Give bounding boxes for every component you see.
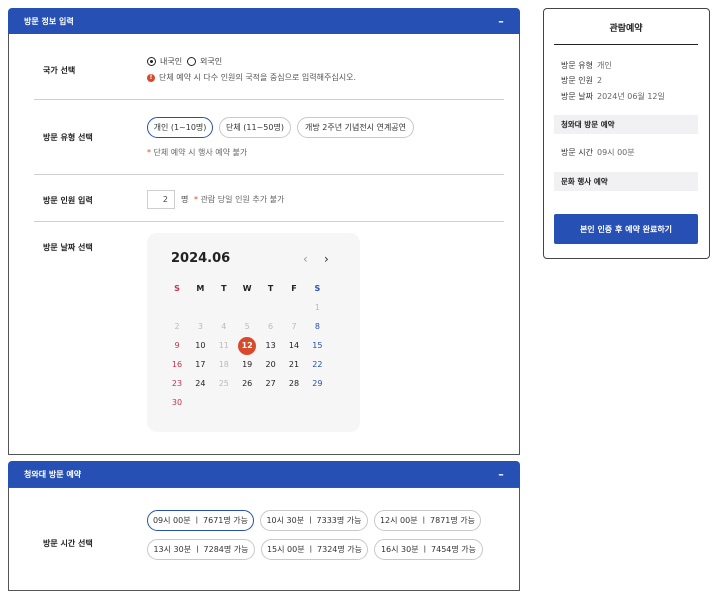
people-unit: 명 (181, 195, 189, 204)
calendar-weekday: M (196, 284, 205, 293)
summary-date: 방문 날짜 2024년 06월 12일 (561, 91, 665, 102)
calendar-day: 6 (268, 322, 274, 331)
type-individual-button[interactable]: 개인 (1~10명) (147, 117, 213, 138)
calendar-day[interactable]: 20 (259, 355, 283, 374)
calendar-day[interactable]: 9 (165, 336, 189, 355)
radio-foreigner-label: 외국인 (200, 57, 223, 66)
summary-culture-band: 문화 행사 예약 (554, 172, 698, 191)
submit-reservation-button[interactable]: 본인 인증 후 예약 완료하기 (554, 214, 698, 244)
calendar-day: 11 (218, 341, 229, 350)
calendar-weekday: T (267, 284, 274, 293)
warning-icon: ! (147, 73, 155, 82)
calendar-weekday: S (174, 284, 180, 293)
summary-type: 방문 유형 개인 (561, 60, 612, 71)
summary-people: 방문 인원 2 (561, 75, 602, 86)
country-label: 국가 선택 (43, 66, 76, 75)
summary-people-value: 2 (596, 76, 603, 85)
calendar-day: 3 (197, 322, 203, 331)
calendar-day: 2 (174, 322, 180, 331)
type-group-button[interactable]: 단체 (11~50명) (219, 117, 291, 138)
type-note: * 단체 예약 시 행사 예약 불가 (147, 148, 248, 157)
time-slot-button[interactable]: 09시 00분 ㅣ 7671명 가능 (147, 510, 254, 531)
calendar-day[interactable]: 30 (165, 393, 189, 412)
reservation-summary: 관람예약 방문 유형 개인 방문 인원 2 방문 날짜 2024년 06월 12일 청… (543, 8, 710, 259)
calendar-day-selected[interactable]: 12 (235, 336, 259, 355)
chevron-left-icon[interactable]: ‹ (303, 252, 308, 266)
calendar-day[interactable]: 24 (188, 374, 212, 393)
calendar-day: 1 (314, 303, 320, 312)
calendar-day[interactable]: 27 (259, 374, 283, 393)
country-notice-text: 단체 예약 시 다수 인원의 국적을 중심으로 입력해주십시오. (159, 73, 356, 82)
summary-date-value: 2024년 06월 12일 (596, 92, 665, 101)
chevron-right-icon[interactable]: › (324, 252, 329, 266)
collapse-icon[interactable]: – (494, 467, 508, 481)
type-event-button[interactable]: 개방 2주년 기념전시 연계공연 (297, 117, 414, 138)
calendar-weekday: W (242, 284, 252, 293)
calendar-day[interactable]: 23 (165, 374, 189, 393)
people-count-input[interactable]: 2 (147, 190, 175, 209)
time-slot-button[interactable]: 16시 30분 ㅣ 7454명 가능 (374, 539, 483, 560)
calendar-month-title: 2024.06 (171, 251, 231, 266)
calendar-day: 4 (221, 322, 227, 331)
calendar-weekday: T (221, 284, 227, 293)
summary-type-key: 방문 유형 (561, 61, 593, 70)
summary-date-key: 방문 날짜 (561, 92, 593, 101)
type-label: 방문 유형 선택 (43, 133, 93, 142)
summary-time-value: 09시 00분 (596, 148, 635, 157)
calendar-day[interactable]: 13 (259, 336, 283, 355)
divider (34, 99, 504, 100)
summary-cheongwadae-band: 청와대 방문 예약 (554, 115, 698, 134)
radio-foreigner[interactable]: 외국인 (187, 56, 222, 67)
calendar-day-number: 12 (238, 337, 257, 355)
divider (34, 174, 504, 175)
visit-info-body: 국가 선택 내국인 외국인 ! 단체 예약 시 다수 인원의 국적을 중심으로 … (8, 34, 520, 455)
radio-korean[interactable]: 내국인 (147, 56, 182, 67)
cheongwadae-header[interactable]: 청와대 방문 예약 – (8, 461, 520, 487)
calendar-day: 25 (218, 379, 229, 388)
summary-people-key: 방문 인원 (561, 76, 593, 85)
visit-info-title: 방문 정보 입력 (24, 16, 74, 26)
calendar-day[interactable]: 21 (282, 355, 306, 374)
calendar-weekday: S (314, 284, 321, 293)
summary-title: 관람예약 (554, 21, 698, 45)
time-slot-button[interactable]: 10시 30분 ㅣ 7333명 가능 (260, 510, 368, 531)
time-label: 방문 시간 선택 (43, 539, 93, 548)
cheongwadae-title: 청와대 방문 예약 (24, 469, 82, 479)
calendar-day[interactable]: 8 (305, 317, 329, 336)
time-slot-button[interactable]: 13시 30분 ㅣ 7284명 가능 (147, 539, 255, 560)
calendar-weekday: F (291, 284, 297, 293)
time-slot-button[interactable]: 15시 00분 ㅣ 7324명 가능 (261, 539, 368, 560)
summary-type-value: 개인 (596, 61, 612, 70)
collapse-icon[interactable]: – (494, 14, 508, 28)
calendar-day[interactable]: 19 (235, 355, 259, 374)
calendar-day[interactable]: 17 (188, 355, 212, 374)
summary-time: 방문 시간 09시 00분 (561, 147, 635, 158)
calendar: 2024.06 ‹ › S M T W T F S 1 2 3 4 5 6 7 8 9 10 11 12 13 14 15… (147, 233, 360, 432)
radio-checked-icon (147, 57, 156, 66)
calendar-day[interactable]: 22 (305, 355, 329, 374)
date-label: 방문 날짜 선택 (43, 243, 93, 252)
calendar-day: 7 (291, 322, 297, 331)
calendar-day[interactable]: 26 (235, 374, 259, 393)
calendar-day[interactable]: 28 (282, 374, 306, 393)
calendar-day[interactable]: 29 (305, 374, 329, 393)
calendar-day[interactable]: 15 (305, 336, 329, 355)
time-slot-button[interactable]: 12시 00분 ㅣ 7871명 가능 (374, 510, 481, 531)
type-note-text: 단체 예약 시 행사 예약 불가 (153, 148, 248, 157)
calendar-day: 5 (244, 322, 250, 331)
visit-info-header[interactable]: 방문 정보 입력 – (8, 8, 520, 34)
country-notice: ! 단체 예약 시 다수 인원의 국적을 중심으로 입력해주십시오. (147, 72, 356, 83)
summary-time-key: 방문 시간 (561, 148, 593, 157)
calendar-day[interactable]: 14 (282, 336, 306, 355)
divider (34, 221, 504, 222)
people-note: * 관람 당일 인원 추가 불가 (194, 195, 285, 204)
calendar-day: 18 (218, 360, 229, 369)
calendar-day[interactable]: 16 (165, 355, 189, 374)
people-note-text: 관람 당일 인원 추가 불가 (200, 195, 285, 204)
people-label: 방문 인원 입력 (43, 196, 93, 205)
radio-korean-label: 내국인 (160, 57, 183, 66)
calendar-day[interactable]: 10 (188, 336, 212, 355)
radio-unchecked-icon (187, 57, 196, 66)
cheongwadae-body: 방문 시간 선택 09시 00분 ㅣ 7671명 가능 10시 30분 ㅣ 73… (8, 487, 520, 591)
